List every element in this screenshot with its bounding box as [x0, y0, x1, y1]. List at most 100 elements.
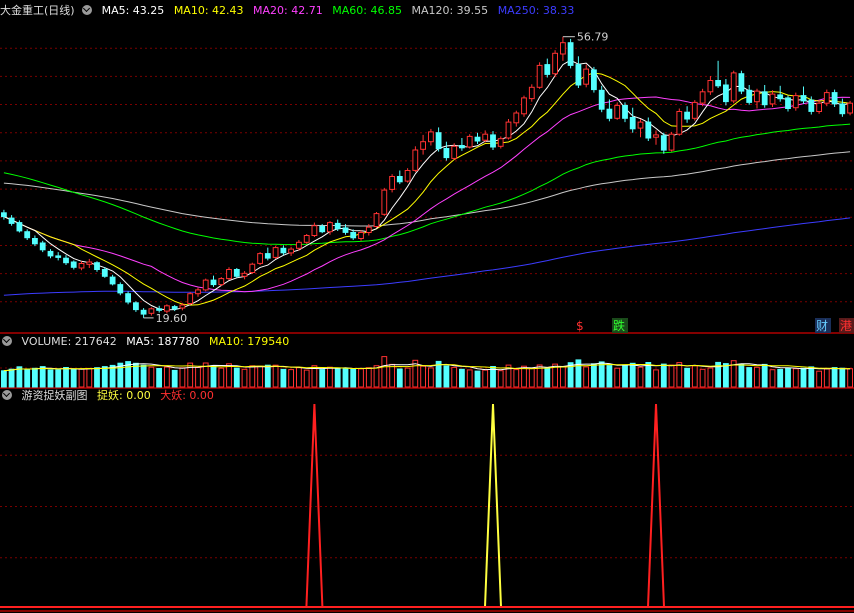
- dayao-label: 大妖: 0.00: [160, 389, 214, 402]
- candle-body: [249, 263, 256, 274]
- indicator-lines: [0, 403, 854, 608]
- volume-bar: [334, 367, 341, 388]
- candle-body: [148, 308, 155, 314]
- chart-canvas[interactable]: 56.79 19.60 $ 跌 财 港: [0, 0, 854, 613]
- volume-bar: [428, 367, 434, 388]
- volume-bar: [171, 369, 178, 388]
- candle-body: [552, 52, 559, 75]
- candle-body: [645, 121, 652, 139]
- candle-body: [334, 222, 341, 230]
- volume-bar: [738, 363, 745, 388]
- ma20-label: MA20: 42.71: [253, 4, 323, 17]
- candle-body: [280, 247, 287, 254]
- candle-body: [715, 80, 722, 87]
- candle-body: [8, 217, 15, 224]
- volume-bar: [560, 366, 566, 388]
- high-price-label: 56.79: [577, 31, 609, 44]
- volume-bar: [474, 370, 481, 388]
- ma10-label: MA10: 42.43: [173, 4, 244, 17]
- candle-body: [800, 95, 807, 102]
- volume-bar: [8, 368, 15, 388]
- candle-body: [164, 305, 170, 312]
- event-marker-gang[interactable]: 港: [840, 319, 852, 333]
- candle-body: [195, 289, 201, 295]
- candle-body: [365, 226, 372, 233]
- candle-body: [319, 225, 326, 233]
- candle-body: [614, 104, 621, 119]
- candle-body: [482, 133, 489, 141]
- indicator-title: 游资捉妖副图: [21, 389, 88, 402]
- candle-body: [272, 247, 279, 258]
- candle-body: [808, 99, 815, 112]
- ma250-line: [3, 217, 851, 296]
- candle-body: [730, 72, 737, 102]
- volume-bar: [629, 362, 636, 388]
- volume-bar: [451, 366, 458, 388]
- volume-bar: [358, 368, 364, 388]
- volume-bar: [179, 367, 186, 388]
- dayao-spike: [305, 403, 324, 608]
- volume-bar: [350, 368, 357, 388]
- candle-body: [358, 232, 364, 239]
- volume-bar: [233, 367, 240, 388]
- candle-body: [536, 64, 543, 88]
- volume-bar: [653, 369, 659, 388]
- volume-bar: [396, 368, 403, 388]
- candle-body: [226, 269, 232, 280]
- volume-bar: [808, 366, 815, 388]
- volume-bar: [622, 365, 628, 388]
- volume-bar: [389, 363, 396, 388]
- candle-body: [396, 176, 403, 183]
- volume-bar: [381, 356, 388, 388]
- candle-body: [303, 235, 310, 243]
- volume-ma5-label: MA5: 187780: [126, 335, 200, 348]
- volume-bar: [823, 368, 830, 388]
- candle-body: [723, 84, 729, 103]
- candle-body: [746, 89, 753, 103]
- candle-body: [187, 293, 194, 305]
- candle-body: [598, 89, 605, 110]
- volume-bar: [373, 365, 380, 388]
- candle-body: [78, 263, 85, 269]
- volume-bar: [528, 367, 535, 388]
- volume-bar: [676, 362, 683, 388]
- volume-header: VOLUME: 217642 MA5: 187780 MA10: 179540: [0, 334, 295, 350]
- volume-bar: [47, 369, 54, 388]
- candle-body: [769, 93, 776, 105]
- candle-body: [443, 148, 450, 159]
- volume-bar: [148, 366, 155, 388]
- candle-body: [32, 238, 38, 245]
- candle-body: [583, 68, 590, 85]
- candle-body: [676, 111, 683, 135]
- volume-bar: [645, 362, 652, 388]
- chevron-down-icon[interactable]: [82, 5, 93, 15]
- candle-body: [466, 135, 473, 148]
- event-marker-dollar[interactable]: $: [576, 319, 584, 333]
- candle-body: [101, 269, 108, 277]
- ma60-label: MA60: 46.85: [332, 4, 402, 17]
- volume-bar: [754, 366, 760, 388]
- zhuoyao-label: 捉妖: 0.00: [97, 389, 151, 402]
- candle-body: [839, 103, 846, 115]
- candle-body: [63, 257, 69, 264]
- volume-bar: [660, 363, 667, 388]
- ma60-line: [3, 123, 851, 246]
- candle-body: [668, 133, 675, 151]
- candle-body: [1, 212, 7, 218]
- volume-bar: [78, 368, 85, 388]
- candle-body: [373, 213, 380, 228]
- volume-bar: [839, 367, 846, 388]
- event-marker-die[interactable]: 跌: [613, 318, 625, 333]
- volume-bar: [404, 367, 411, 388]
- event-marker-cai[interactable]: 财: [816, 319, 828, 333]
- volume-bar: [583, 366, 590, 388]
- chevron-down-icon[interactable]: [2, 336, 12, 346]
- chevron-down-icon[interactable]: [2, 390, 12, 400]
- volume-bar: [777, 368, 784, 388]
- candle-body: [474, 136, 481, 142]
- candle-body: [311, 225, 318, 236]
- volume-bar: [86, 367, 93, 388]
- low-price-label: 19.60: [156, 312, 188, 325]
- volume-bar: [761, 363, 768, 388]
- volume-bar: [614, 367, 621, 388]
